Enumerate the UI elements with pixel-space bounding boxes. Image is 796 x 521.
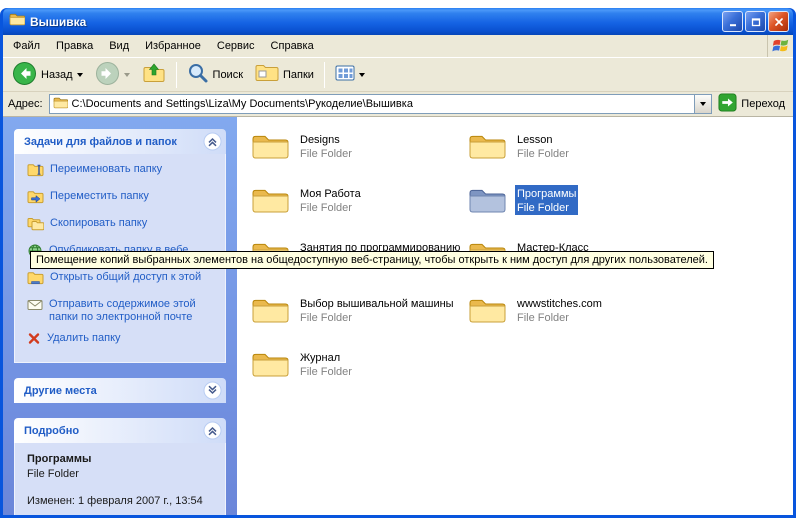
delete-folder-link[interactable]: Удалить папку xyxy=(27,332,219,350)
forward-button[interactable] xyxy=(90,58,135,92)
chevron-down-icon xyxy=(700,102,706,106)
folder-item-zhurnal[interactable]: ЖурналFile Folder xyxy=(251,349,463,379)
window-title: Вышивка xyxy=(30,15,717,29)
folder-icon xyxy=(251,185,289,215)
menu-help[interactable]: Справка xyxy=(263,36,322,56)
section-title: Подробно xyxy=(24,425,79,437)
file-folder-tasks-section: Задачи для файлов и папок Переименовать … xyxy=(14,129,226,363)
folders-icon xyxy=(255,63,279,86)
move-folder-link[interactable]: Переместить папку xyxy=(27,190,219,209)
chevron-up-icon[interactable] xyxy=(203,132,222,151)
go-label: Переход xyxy=(741,98,785,110)
folder-item-moya-rabota[interactable]: Моя РаботаFile Folder xyxy=(251,185,463,215)
back-dropdown-icon xyxy=(77,73,83,77)
toolbar-separator xyxy=(176,62,177,88)
content-area: Задачи для файлов и папок Переименовать … xyxy=(3,117,793,515)
other-places-header[interactable]: Другие места xyxy=(14,378,226,403)
details-section: Подробно Программы File Folder Изменен: … xyxy=(14,418,226,515)
details-selected-name: Программы xyxy=(27,452,219,467)
copy-folder-link[interactable]: Скопировать папку xyxy=(27,217,219,236)
address-input[interactable]: C:\Documents and Settings\Liza\My Docume… xyxy=(49,94,713,114)
folder-icon-selected xyxy=(468,185,506,215)
details-header[interactable]: Подробно xyxy=(14,418,226,443)
up-button[interactable] xyxy=(137,59,171,91)
publish-tooltip: Помещение копий выбранных элементов на о… xyxy=(30,251,714,269)
search-icon xyxy=(187,62,209,87)
menu-file[interactable]: Файл xyxy=(5,36,48,56)
details-modified-date: Изменен: 1 февраля 2007 г., 13:54 xyxy=(27,494,219,509)
address-path: C:\Documents and Settings\Liza\My Docume… xyxy=(72,98,691,110)
menu-edit[interactable]: Правка xyxy=(48,36,101,56)
back-label: Назад xyxy=(41,69,73,81)
folder-item-vybor-mashiny[interactable]: Выбор вышивальной машиныFile Folder xyxy=(251,295,463,325)
views-button[interactable] xyxy=(330,61,370,88)
email-folder-link[interactable]: Отправить содержимое этой папки по элект… xyxy=(27,298,219,324)
folder-icon xyxy=(468,295,506,325)
folders-button[interactable]: Папки xyxy=(250,60,319,89)
forward-dropdown-icon xyxy=(124,73,130,77)
details-selected-type: File Folder xyxy=(27,467,219,482)
address-bar: Адрес: C:\Documents and Settings\Liza\My… xyxy=(3,92,793,117)
go-icon xyxy=(718,93,737,115)
views-dropdown-icon xyxy=(359,73,365,77)
folder-item-designs[interactable]: DesignsFile Folder xyxy=(251,131,463,161)
maximize-button[interactable] xyxy=(745,11,766,32)
chevron-up-icon[interactable] xyxy=(203,421,222,440)
up-folder-icon xyxy=(142,62,166,88)
task-pane: Задачи для файлов и папок Переименовать … xyxy=(3,117,237,515)
folder-icon xyxy=(468,131,506,161)
share-folder-link[interactable]: Открыть общий доступ к этой xyxy=(27,271,219,290)
folder-item-wwwstitches[interactable]: wwwstitches.comFile Folder xyxy=(468,295,680,325)
chevron-down-icon[interactable] xyxy=(203,381,222,400)
views-icon xyxy=(335,64,355,85)
folder-item-lesson[interactable]: LessonFile Folder xyxy=(468,131,680,161)
rename-folder-icon xyxy=(27,163,44,182)
address-dropdown-button[interactable] xyxy=(694,95,711,113)
address-label: Адрес: xyxy=(8,98,43,110)
section-title: Другие места xyxy=(24,385,97,397)
go-button[interactable]: Переход xyxy=(718,93,788,115)
address-folder-icon xyxy=(53,96,68,112)
folders-label: Папки xyxy=(283,69,314,81)
search-label: Поиск xyxy=(213,69,243,81)
folder-item-programmy-selected[interactable]: ПрограммыFile Folder xyxy=(468,185,680,215)
search-button[interactable]: Поиск xyxy=(182,59,248,90)
menu-tools[interactable]: Сервис xyxy=(209,36,263,56)
windows-logo-icon xyxy=(767,35,793,57)
menu-view[interactable]: Вид xyxy=(101,36,137,56)
minimize-button[interactable] xyxy=(722,11,743,32)
window-folder-icon xyxy=(9,12,25,31)
toolbar-separator xyxy=(324,62,325,88)
share-folder-icon xyxy=(27,271,44,290)
folder-icon xyxy=(251,295,289,325)
back-icon xyxy=(12,61,37,89)
close-button[interactable] xyxy=(768,11,789,32)
folder-icon xyxy=(251,131,289,161)
details-body: Программы File Folder Изменен: 1 февраля… xyxy=(14,443,226,515)
folder-icon xyxy=(251,349,289,379)
delete-x-icon xyxy=(27,332,41,350)
file-folder-tasks-header[interactable]: Задачи для файлов и папок xyxy=(14,129,226,154)
toolbar: Назад Поиск Папки xyxy=(3,58,793,92)
move-folder-icon xyxy=(27,190,44,209)
menu-favorites[interactable]: Избранное xyxy=(137,36,209,56)
back-button[interactable]: Назад xyxy=(7,58,88,92)
forward-icon xyxy=(95,61,120,89)
email-envelope-icon xyxy=(27,298,43,316)
rename-folder-link[interactable]: Переименовать папку xyxy=(27,163,219,182)
file-view: DesignsFile Folder LessonFile Folder Моя… xyxy=(237,117,793,515)
section-title: Задачи для файлов и папок xyxy=(24,136,177,148)
title-bar: Вышивка xyxy=(3,8,793,35)
copy-folder-icon xyxy=(27,217,44,236)
other-places-section: Другие места xyxy=(14,378,226,403)
menu-bar: Файл Правка Вид Избранное Сервис Справка xyxy=(3,35,793,58)
